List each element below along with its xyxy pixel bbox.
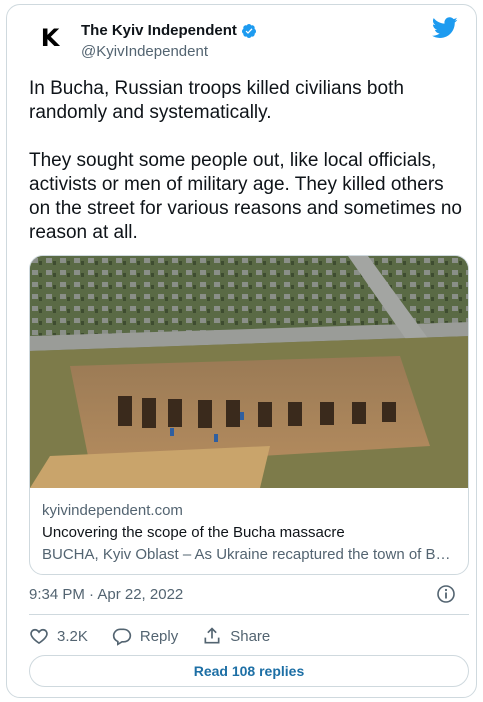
reply-label: Reply — [139, 627, 179, 645]
share-button[interactable]: Share — [202, 626, 270, 646]
share-icon — [204, 627, 220, 644]
read-replies-button[interactable]: Read 108 replies — [29, 655, 469, 687]
tweet-text: In Bucha, Russian troops killed civilian… — [29, 78, 463, 243]
action-bar: 3.2K Reply Share — [29, 625, 294, 647]
tweet-timestamp[interactable]: 9:34 PM · Apr 22, 2022 — [29, 586, 183, 603]
verified-badge-icon — [241, 23, 256, 38]
link-description: BUCHA, Kyiv Oblast – As Ukraine recaptur… — [42, 546, 458, 563]
twitter-bird-icon[interactable] — [432, 17, 458, 39]
link-preview-card[interactable]: kyivindependent.com Uncovering the scope… — [29, 255, 469, 575]
link-preview-image — [30, 256, 468, 488]
link-title: Uncovering the scope of the Bucha massac… — [42, 524, 345, 541]
tweet-embed-card: K The Kyiv Independent @KyivIndependent … — [6, 4, 477, 698]
avatar-letter: K — [40, 24, 60, 52]
avatar[interactable]: K — [27, 15, 73, 61]
reply-button[interactable]: Reply — [112, 626, 178, 646]
author-name[interactable]: The Kyiv Independent — [81, 22, 237, 39]
like-count: 3.2K — [57, 627, 88, 645]
divider — [29, 614, 469, 615]
author-handle[interactable]: @KyivIndependent — [81, 43, 208, 60]
heart-icon — [30, 628, 48, 645]
share-label: Share — [230, 627, 271, 645]
reply-bubble-icon — [112, 628, 132, 646]
like-button[interactable]: 3.2K — [29, 626, 88, 646]
author-name-row[interactable]: The Kyiv Independent — [81, 22, 257, 39]
link-domain: kyivindependent.com — [42, 502, 183, 519]
info-icon[interactable] — [436, 584, 456, 604]
